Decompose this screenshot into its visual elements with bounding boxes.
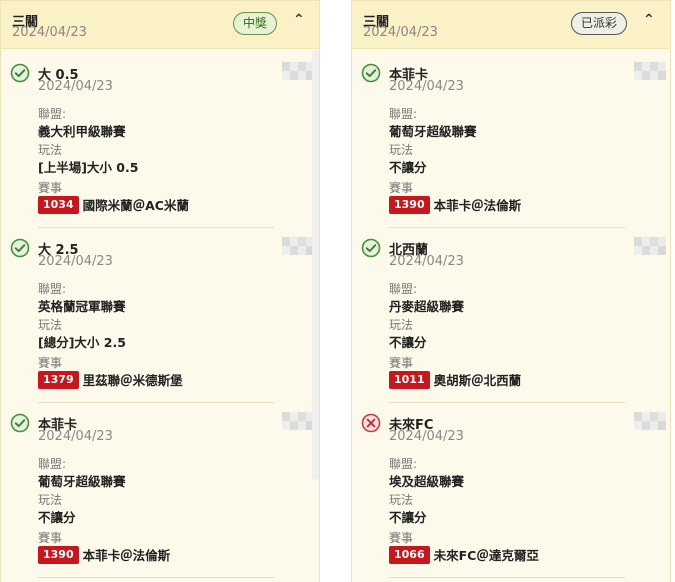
league-name: 丹麥超級聯賽 — [389, 299, 465, 314]
bet-card-2: 三關 2024/04/23 已派彩 ⌃ 本菲卡 2024/04/23 聯盟: 葡… — [351, 0, 671, 582]
bet-leg: 本菲卡 2024/04/23 聯盟: 葡萄牙超級聯賽 玩法 不讓分 賽事 139… — [352, 50, 670, 228]
bet-legs-list: 本菲卡 2024/04/23 聯盟: 葡萄牙超級聯賽 玩法 不讓分 賽事 139… — [352, 50, 670, 578]
event-label: 賽事 — [38, 356, 63, 370]
bet-leg: 本菲卡 2024/04/23 聯盟: 葡萄牙超級聯賽 玩法 不讓分 賽事 139… — [1, 400, 319, 578]
market-name: 不讓分 — [38, 510, 76, 525]
match-row: 1390 本菲卡＠法倫斯 — [389, 195, 521, 214]
blurred-odds — [282, 237, 314, 255]
check-circle-icon — [10, 238, 30, 258]
match-code-badge: 1390 — [38, 545, 79, 564]
event-label: 賽事 — [38, 181, 63, 195]
match-row: 1379 里茲聯＠米德斯堡 — [38, 370, 183, 389]
league-label: 聯盟: — [389, 457, 418, 471]
match-code-badge: 1034 — [38, 195, 79, 214]
selection-date: 2024/04/23 — [389, 429, 464, 444]
market-label: 玩法 — [389, 318, 414, 332]
match-code-badge: 1066 — [389, 545, 430, 564]
match-row: 1390 本菲卡＠法倫斯 — [38, 545, 170, 564]
blurred-odds — [634, 412, 666, 430]
bet-leg: 未來FC 2024/04/23 聯盟: 埃及超級聯賽 玩法 不讓分 賽事 106… — [352, 400, 670, 578]
league-label: 聯盟: — [389, 282, 418, 296]
blurred-odds — [282, 62, 314, 80]
blurred-odds — [282, 412, 314, 430]
market-name: [上半場]大小 0.5 — [38, 160, 139, 175]
x-circle-icon — [361, 413, 381, 433]
selection-date: 2024/04/23 — [38, 79, 113, 94]
league-label: 聯盟: — [389, 107, 418, 121]
market-label: 玩法 — [389, 143, 414, 157]
selection-date: 2024/04/23 — [389, 79, 464, 94]
check-circle-icon — [361, 238, 381, 258]
chevron-up-icon[interactable]: ⌃ — [293, 12, 305, 28]
match-row: 1034 國際米蘭＠AC米蘭 — [38, 195, 189, 214]
match-name: 未來FC＠達克爾亞 — [433, 548, 539, 563]
bet-date: 2024/04/23 — [363, 25, 438, 40]
match-name: 本菲卡＠法倫斯 — [82, 548, 171, 563]
league-label: 聯盟: — [38, 107, 67, 121]
bet-leg: 大 0.5 2024/04/23 聯盟: 義大利甲級聯賽 玩法 [上半場]大小 … — [1, 50, 319, 228]
check-circle-icon — [10, 413, 30, 433]
league-label: 聯盟: — [38, 282, 67, 296]
leg-divider — [38, 577, 274, 578]
match-name: 本菲卡＠法倫斯 — [433, 198, 522, 213]
bet-legs-list: 大 0.5 2024/04/23 聯盟: 義大利甲級聯賽 玩法 [上半場]大小 … — [1, 50, 319, 578]
chevron-up-icon[interactable]: ⌃ — [643, 12, 655, 28]
league-name: 英格蘭冠軍聯賽 — [38, 299, 126, 314]
match-row: 1011 奧胡斯＠北西蘭 — [389, 370, 521, 389]
market-label: 玩法 — [38, 493, 63, 507]
event-label: 賽事 — [389, 531, 414, 545]
league-name: 義大利甲級聯賽 — [38, 124, 126, 139]
league-label: 聯盟: — [38, 457, 67, 471]
league-name: 葡萄牙超級聯賽 — [38, 474, 126, 489]
scrollbar[interactable] — [312, 50, 319, 480]
event-label: 賽事 — [389, 181, 414, 195]
selection-date: 2024/04/23 — [38, 429, 113, 444]
status-badge: 中獎 — [233, 12, 278, 35]
bet-card-1: 三關 2024/04/23 中獎 ⌃ 大 0.5 2024/04/23 聯盟: … — [0, 0, 320, 582]
market-name: 不讓分 — [389, 510, 427, 525]
market-label: 玩法 — [38, 143, 63, 157]
selection-date: 2024/04/23 — [38, 254, 113, 269]
selection-date: 2024/04/23 — [389, 254, 464, 269]
match-code-badge: 1379 — [38, 370, 79, 389]
event-label: 賽事 — [389, 356, 414, 370]
match-name: 奧胡斯＠北西蘭 — [433, 373, 522, 388]
bet-card-header[interactable]: 三關 2024/04/23 中獎 ⌃ — [1, 1, 319, 49]
check-circle-icon — [10, 63, 30, 83]
bet-leg: 大 2.5 2024/04/23 聯盟: 英格蘭冠軍聯賽 玩法 [總分]大小 2… — [1, 225, 319, 403]
bet-leg: 北西蘭 2024/04/23 聯盟: 丹麥超級聯賽 玩法 不讓分 賽事 1011… — [352, 225, 670, 403]
leg-divider — [389, 577, 625, 578]
match-row: 1066 未來FC＠達克爾亞 — [389, 545, 539, 564]
bet-date: 2024/04/23 — [12, 25, 87, 40]
market-label: 玩法 — [389, 493, 414, 507]
match-code-badge: 1011 — [389, 370, 430, 389]
match-name: 里茲聯＠米德斯堡 — [82, 373, 183, 388]
status-badge: 已派彩 — [571, 12, 628, 35]
match-code-badge: 1390 — [389, 195, 430, 214]
bet-card-header[interactable]: 三關 2024/04/23 已派彩 ⌃ — [352, 1, 670, 49]
blurred-odds — [634, 62, 666, 80]
match-name: 國際米蘭＠AC米蘭 — [82, 198, 189, 213]
league-name: 埃及超級聯賽 — [389, 474, 465, 489]
blurred-odds — [634, 237, 666, 255]
league-name: 葡萄牙超級聯賽 — [389, 124, 477, 139]
market-name: [總分]大小 2.5 — [38, 335, 126, 350]
market-name: 不讓分 — [389, 160, 427, 175]
market-name: 不讓分 — [389, 335, 427, 350]
market-label: 玩法 — [38, 318, 63, 332]
check-circle-icon — [361, 63, 381, 83]
event-label: 賽事 — [38, 531, 63, 545]
